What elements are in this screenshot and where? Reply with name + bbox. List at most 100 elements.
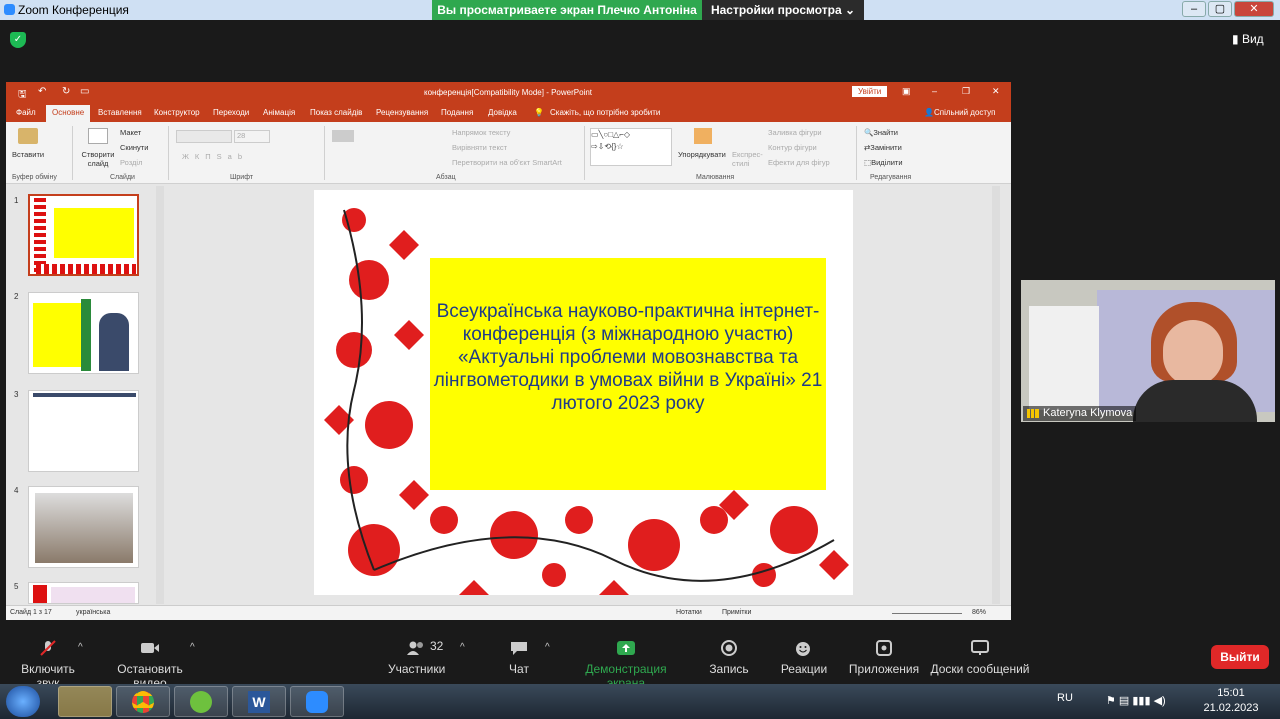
share-screen-button[interactable]: Демонстрация экрана — [566, 640, 686, 690]
slide-thumbnail-1[interactable] — [28, 194, 139, 276]
shape-effects-button[interactable]: Ефекти для фігур — [768, 158, 830, 167]
leave-button[interactable]: Выйти — [1211, 645, 1269, 669]
whiteboards-label: Доски сообщений — [930, 662, 1030, 676]
current-slide[interactable]: Всеукраїнська науково-практична інтернет… — [314, 190, 853, 595]
font-name-input[interactable] — [176, 130, 232, 143]
slide-counter: Слайд 1 з 17 — [10, 609, 52, 616]
person-face — [1163, 320, 1223, 386]
slide-editor[interactable]: Всеукраїнська науково-практична інтернет… — [166, 184, 1001, 605]
tab-view[interactable]: Подання — [441, 108, 473, 117]
thumbs-scrollbar[interactable] — [156, 186, 164, 604]
new-slide-icon[interactable] — [88, 128, 108, 144]
divider — [856, 126, 857, 180]
section-button[interactable]: Розділ — [120, 158, 142, 167]
ppt-minimize-button[interactable]: – — [932, 86, 937, 96]
group-font: Шрифт — [230, 174, 254, 181]
utorrent-taskbar-icon[interactable] — [174, 686, 228, 717]
align-text-button[interactable]: Вирівняти текст — [452, 143, 507, 152]
tab-file[interactable]: Файл — [16, 108, 36, 117]
notes-button[interactable]: Нотатки — [676, 609, 702, 616]
ribbon-display-icon[interactable]: ▣ — [902, 86, 911, 97]
tab-review[interactable]: Рецензування — [376, 108, 428, 117]
chat-icon — [511, 642, 527, 655]
new-slide-button[interactable]: Створити слайд — [80, 150, 116, 168]
powerpoint-window: 🖫 ↶ ↻ ▭ конференція[Compatibility Mode] … — [6, 82, 1011, 620]
whiteboards-button[interactable]: Доски сообщений — [930, 640, 1030, 676]
arrange-button[interactable]: Упорядкувати — [678, 150, 726, 159]
close-button[interactable]: ✕ — [1234, 1, 1274, 17]
smartart-button[interactable]: Перетворити на об'єкт SmartArt — [452, 158, 562, 167]
select-button[interactable]: ⬚Виділити — [864, 158, 903, 167]
reactions-button[interactable]: Реакции — [778, 640, 830, 676]
system-clock[interactable]: 15:01 21.02.2023 — [1196, 686, 1266, 716]
paste-button[interactable]: Вставити — [12, 150, 44, 159]
share-button[interactable]: 👤Спільний доступ — [924, 108, 995, 117]
group-drawing: Малювання — [696, 174, 735, 181]
security-shield-icon[interactable]: ✓ — [10, 32, 26, 48]
slide-thumbnail-2[interactable] — [28, 292, 139, 374]
bullets-button[interactable] — [332, 130, 354, 142]
tab-insert[interactable]: Вставлення — [98, 108, 142, 117]
stop-video-button[interactable]: Остановить видео — [100, 640, 200, 690]
chrome-taskbar-icon[interactable] — [116, 686, 170, 717]
video-options-chevron[interactable]: ^ — [190, 642, 195, 653]
zoom-level[interactable]: 86% — [972, 609, 986, 616]
save-icon[interactable]: 🖫 — [18, 87, 27, 104]
record-button[interactable]: Запись — [706, 640, 752, 676]
slide-thumbnail-3[interactable] — [28, 390, 139, 472]
participant-video[interactable] — [1021, 280, 1275, 422]
input-language[interactable]: RU — [1057, 692, 1073, 704]
slide-title[interactable]: Всеукраїнська науково-практична інтернет… — [430, 300, 826, 415]
view-button[interactable]: ▮ Вид — [1232, 32, 1264, 46]
font-format-buttons[interactable]: ЖКПSab — [182, 152, 248, 161]
tab-animations[interactable]: Анімація — [263, 108, 295, 117]
ppt-restore-button[interactable]: ❐ — [962, 86, 970, 97]
tell-me-input[interactable]: Скажіть, що потрібно зробити — [550, 108, 660, 117]
word-taskbar-icon[interactable]: W — [232, 686, 286, 717]
font-size-input[interactable]: 28 — [234, 130, 270, 143]
replace-button[interactable]: ⇄Замінити — [864, 143, 902, 152]
maximize-button[interactable]: ▢ — [1208, 1, 1232, 17]
shape-fill-button[interactable]: Заливка фігури — [768, 128, 822, 137]
tray-icons[interactable]: ⚑ ▤ ▮▮▮ ◀) — [1106, 694, 1166, 707]
language-status[interactable]: українська — [76, 609, 110, 616]
tab-design[interactable]: Конструктор — [154, 108, 200, 117]
zoom-slider[interactable] — [892, 613, 962, 614]
chat-button[interactable]: Чат — [505, 640, 533, 676]
minimize-button[interactable]: – — [1182, 1, 1206, 17]
explorer-taskbar-icon[interactable] — [58, 686, 112, 717]
redo-icon[interactable]: ↻ — [62, 86, 70, 97]
slide-thumbnail-5[interactable] — [28, 582, 139, 604]
paste-icon[interactable] — [18, 128, 38, 144]
ppt-close-button[interactable]: ✕ — [992, 86, 1000, 97]
slide-thumbnails-pane[interactable]: 1 2 3 4 5 — [6, 184, 166, 605]
reset-button[interactable]: Скинути — [120, 143, 148, 152]
comments-button[interactable]: Примітки — [722, 609, 751, 616]
text-direction-button[interactable]: Напрямок тексту — [452, 128, 510, 137]
zoom-taskbar-icon[interactable] — [290, 686, 344, 717]
layout-button[interactable]: Макет — [120, 128, 141, 137]
tab-transitions[interactable]: Переходи — [213, 108, 249, 117]
arrange-icon[interactable] — [694, 128, 712, 144]
record-icon — [721, 640, 737, 656]
shapes-gallery[interactable]: ▭╲○□△⌐◇ ⇨⇩⟲{}☆ — [590, 128, 672, 166]
tab-slideshow[interactable]: Показ слайдів — [310, 108, 362, 117]
slide-thumbnail-4[interactable] — [28, 486, 139, 568]
find-button[interactable]: 🔍Знайти — [864, 128, 898, 137]
apps-button[interactable]: Приложения — [846, 640, 922, 676]
present-icon[interactable]: ▭ — [80, 86, 89, 97]
tab-help[interactable]: Довідка — [488, 108, 517, 117]
undo-icon[interactable]: ↶ — [38, 86, 46, 97]
tab-home[interactable]: Основне — [46, 105, 91, 122]
chat-options-chevron[interactable]: ^ — [545, 642, 550, 653]
audio-options-chevron[interactable]: ^ — [78, 642, 83, 653]
participants-options-chevron[interactable]: ^ — [460, 642, 465, 653]
signin-button[interactable]: Увійти — [852, 86, 888, 97]
editor-scrollbar[interactable] — [992, 186, 1000, 604]
start-button[interactable] — [6, 686, 40, 717]
unmute-button[interactable]: Включить звук — [8, 640, 88, 690]
quick-styles-button[interactable]: Експрес-стилі — [732, 150, 763, 168]
shape-outline-button[interactable]: Контур фігури — [768, 143, 817, 152]
view-settings-button[interactable]: Настройки просмотра ⌄ — [702, 0, 864, 20]
participants-icon — [407, 641, 423, 655]
